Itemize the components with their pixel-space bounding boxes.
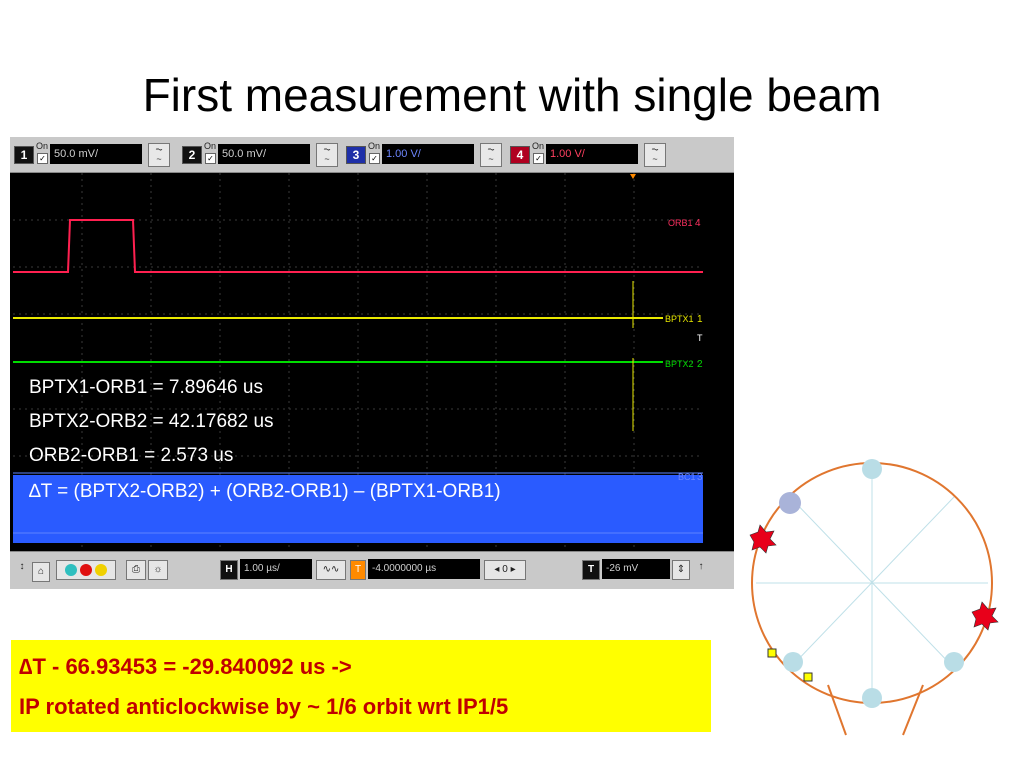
scope-control-bar: ↕ ⌂ ⎙ ☼ H 1.00 µs/ ∿∿ T -4.0000000 µs ◂ … xyxy=(10,551,734,589)
print-icon[interactable]: ⎙ xyxy=(126,560,146,580)
channel-2-coupling-button[interactable]: ⏦ ~ xyxy=(316,143,338,167)
channel-4-on-label: On xyxy=(532,141,545,151)
channel-4-checkbox[interactable]: ✓ xyxy=(533,153,544,164)
delta-t-formula: ∆T = (BPTX2-ORB2) + (ORB2-ORB1) – (BPTX1… xyxy=(29,481,501,502)
bptx1-label: BPTX1 xyxy=(665,314,694,324)
channel-2-number[interactable]: 2 xyxy=(182,146,202,164)
orb1-marker: 4 xyxy=(695,218,701,229)
channel-2-checkbox[interactable]: ✓ xyxy=(205,153,216,164)
bpm-marker-left xyxy=(767,648,777,658)
injection-line-left xyxy=(827,684,847,736)
channel-1-coupling-button[interactable]: ⏦ ~ xyxy=(148,143,170,167)
collision-star-left xyxy=(749,524,777,554)
injection-line-right xyxy=(902,684,924,736)
autoscale-icon[interactable]: ☼ xyxy=(148,560,168,580)
measurement-orb2-orb1: ORB2-ORB1 = 2.573 us xyxy=(29,445,234,466)
collision-star-right xyxy=(971,601,999,631)
delay-right-arrow[interactable]: ▸ xyxy=(511,564,516,575)
delay-step: 0 xyxy=(502,564,508,575)
horizontal-label: H xyxy=(220,560,238,580)
bptx2-marker: 2 xyxy=(697,359,703,370)
horizontal-delay[interactable]: -4.0000000 µs xyxy=(368,559,480,579)
run-button[interactable] xyxy=(94,564,107,576)
ip-node-lower-right xyxy=(944,652,964,672)
channel-1-scale[interactable]: 50.0 mV/ xyxy=(50,144,142,164)
trigger-position-icon[interactable]: T xyxy=(350,560,366,580)
ip-node-bottom xyxy=(862,688,882,708)
channel-2-on-label: On xyxy=(204,141,217,151)
bc1-marker: 3 xyxy=(697,472,703,483)
horizontal-adjust-button[interactable]: ∿∿ xyxy=(316,560,346,580)
result-box: ∆T - 66.93453 = -29.840092 us -> IP rota… xyxy=(11,640,711,732)
delay-left-arrow[interactable]: ◂ xyxy=(494,564,499,575)
channel-4-scale[interactable]: 1.00 V/ xyxy=(546,144,638,164)
bptx1-marker: 1 xyxy=(697,314,703,325)
channel-3-coupling-button[interactable]: ⏦ ~ xyxy=(480,143,502,167)
channel-1-checkbox[interactable]: ✓ xyxy=(37,153,48,164)
delay-stepper[interactable]: ◂ 0 ▸ xyxy=(484,560,526,580)
channel-4-coupling-button[interactable]: ⏦ ~ xyxy=(644,143,666,167)
measurement-bptx2-orb2: BPTX2-ORB2 = 42.17682 us xyxy=(29,411,274,432)
channel-3-checkbox[interactable]: ✓ xyxy=(369,153,380,164)
oscilloscope-screenshot: 1 On ✓ 50.0 mV/ ⏦ ~ 2 On ✓ 50.0 mV/ ⏦ ~ 3 … xyxy=(10,137,734,589)
orb1-label: ORB1 xyxy=(668,218,693,228)
bc1-label: BC1 xyxy=(678,472,696,482)
horizontal-scale[interactable]: 1.00 µs/ xyxy=(240,559,312,579)
ip-node-top xyxy=(862,459,882,479)
stop-button[interactable] xyxy=(80,564,92,576)
trigger-level-marker: T xyxy=(697,333,703,343)
channel-4-number[interactable]: 4 xyxy=(510,146,530,164)
result-conclusion: IP rotated anticlockwise by ~ 1/6 orbit … xyxy=(19,694,509,719)
run-stop-buttons xyxy=(56,560,116,580)
channel-1-number[interactable]: 1 xyxy=(14,146,34,164)
acquire-mode-button[interactable]: ⌂ xyxy=(32,562,50,582)
channel-bar: 1 On ✓ 50.0 mV/ ⏦ ~ 2 On ✓ 50.0 mV/ ⏦ ~ 3 … xyxy=(10,137,734,173)
scroll-up-icon[interactable]: ↑ xyxy=(694,558,708,576)
bptx2-label: BPTX2 xyxy=(665,359,694,369)
channel-2-scale[interactable]: 50.0 mV/ xyxy=(218,144,310,164)
single-button[interactable] xyxy=(65,564,78,576)
scroll-icon[interactable]: ↕ xyxy=(14,558,30,576)
orbit-diagram xyxy=(749,459,999,736)
bpm-marker-lower xyxy=(803,672,813,682)
channel-3-scale[interactable]: 1.00 V/ xyxy=(382,144,474,164)
channel-3-on-label: On xyxy=(368,141,381,151)
trigger-level[interactable]: -26 mV xyxy=(602,559,670,579)
measurement-bptx1-orb1: BPTX1-ORB1 = 7.89646 us xyxy=(29,377,263,398)
slide-title: First measurement with single beam xyxy=(142,69,882,121)
ip-node-lower-left xyxy=(783,652,803,672)
trigger-label: T xyxy=(582,560,600,580)
result-delta-t: ∆T - 66.93453 = -29.840092 us -> xyxy=(19,654,352,679)
channel-3-number[interactable]: 3 xyxy=(346,146,366,164)
channel-1-on-label: On xyxy=(36,141,49,151)
trigger-level-stepper[interactable]: ⇕ xyxy=(672,560,690,580)
ip-node-upper-left xyxy=(779,492,801,514)
